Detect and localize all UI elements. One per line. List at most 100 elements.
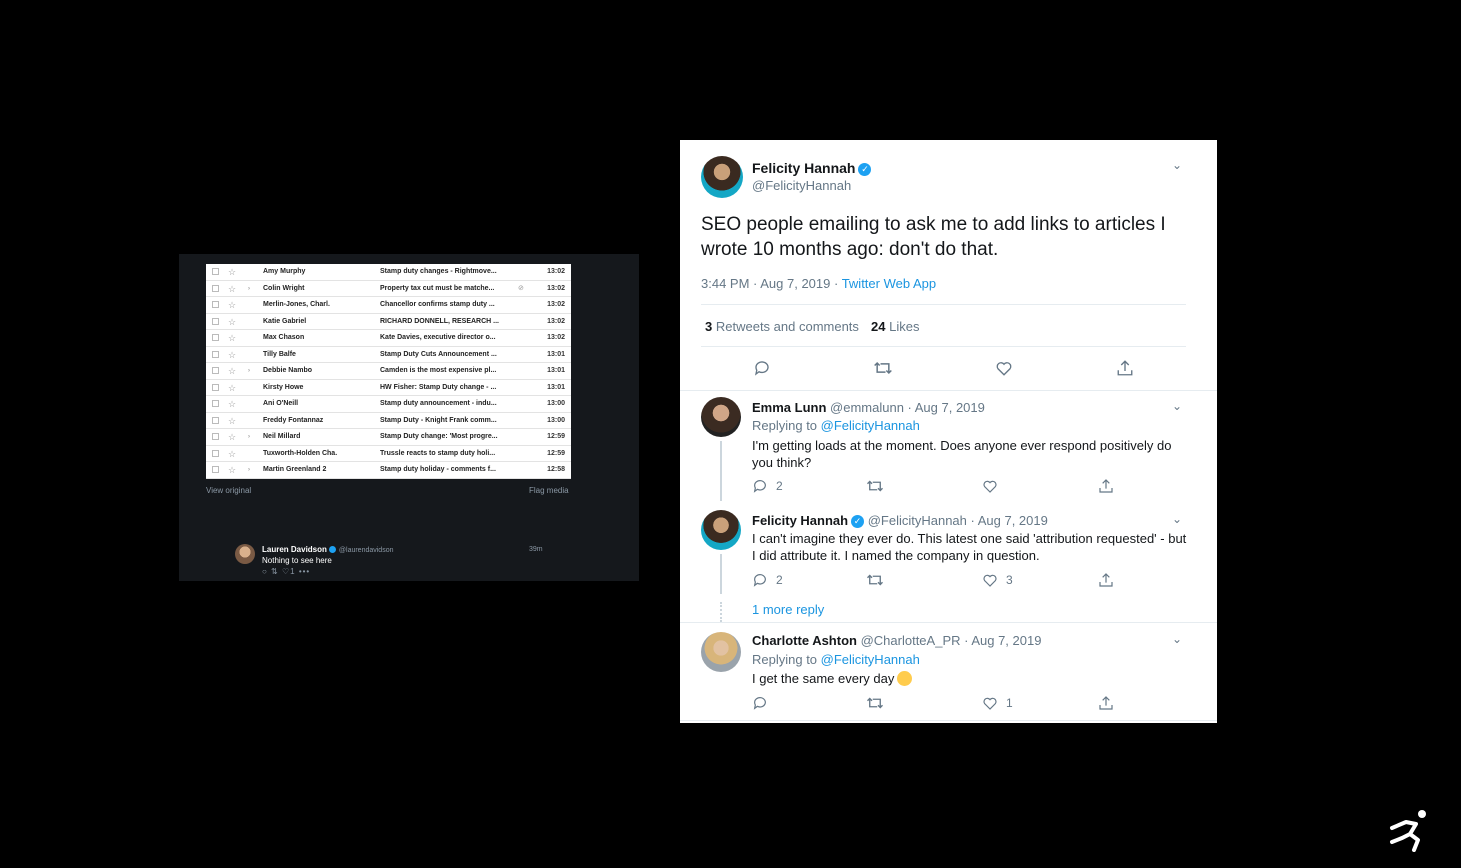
email-row[interactable]: ☆ Amy Murphy Stamp duty changes - Rightmov… xyxy=(206,264,571,281)
avatar[interactable] xyxy=(701,510,741,550)
star-icon[interactable]: ☆ xyxy=(228,264,236,280)
important-marker-icon[interactable]: › xyxy=(248,429,250,445)
share-button[interactable] xyxy=(1098,478,1114,494)
star-icon[interactable]: ☆ xyxy=(228,413,236,429)
share-button[interactable] xyxy=(1098,695,1114,711)
author-meta[interactable]: @CharlotteA_PR · Aug 7, 2019 xyxy=(861,633,1042,648)
email-checkbox[interactable] xyxy=(212,268,219,275)
email-sender: Amy Murphy xyxy=(263,268,306,275)
star-icon[interactable]: ☆ xyxy=(228,363,236,379)
star-icon[interactable]: ☆ xyxy=(228,314,236,330)
email-subject: Camden is the most expensive pl... xyxy=(380,367,497,374)
author-name[interactable]: Lauren Davidson xyxy=(262,545,327,554)
star-icon[interactable]: ☆ xyxy=(228,347,236,363)
more-replies-link[interactable]: 1 more reply xyxy=(752,602,824,617)
chevron-down-icon[interactable]: ⌄ xyxy=(1172,632,1182,646)
email-row[interactable]: ☆ › Martin Greenland 2 Stamp duty holiday -… xyxy=(206,462,571,479)
email-row[interactable]: ☆ Max Chason Kate Davies, executive direct… xyxy=(206,330,571,347)
star-icon[interactable]: ☆ xyxy=(228,380,236,396)
email-row[interactable]: ☆ › Neil Millard Stamp Duty change: 'Most p… xyxy=(206,429,571,446)
email-row[interactable]: ☆ Tilly Balfe Stamp Duty Cuts Announcement… xyxy=(206,347,571,363)
author-name[interactable]: Felicity Hannah xyxy=(752,513,848,528)
mention-link[interactable]: @FelicityHannah xyxy=(821,652,920,667)
email-row[interactable]: ☆ Ani O'Neill Stamp duty announcement - in… xyxy=(206,396,571,413)
chevron-down-icon[interactable]: ⌄ xyxy=(1172,399,1182,413)
email-checkbox[interactable] xyxy=(212,367,219,374)
reply-button[interactable] xyxy=(753,359,771,377)
like-icon xyxy=(996,362,1012,376)
view-original-link[interactable]: View original xyxy=(206,486,251,495)
email-checkbox[interactable] xyxy=(212,317,219,325)
email-row[interactable]: ☆ Katie Gabriel RICHARD DONNELL, RESEARCH … xyxy=(206,314,571,330)
email-checkbox[interactable] xyxy=(212,334,219,341)
reply-text: I get the same every day xyxy=(752,671,895,686)
retweet-button[interactable] xyxy=(866,695,884,711)
like-button[interactable]: 3 xyxy=(982,572,1013,588)
important-marker-icon[interactable]: › xyxy=(248,281,250,297)
like-icon xyxy=(983,697,997,710)
mini-tweet[interactable]: Lauren Davidson @laurendavidson 39m Nothi… xyxy=(235,544,575,576)
author-name[interactable]: Felicity Hannah xyxy=(752,160,855,176)
retweet-button[interactable] xyxy=(866,478,884,494)
share-button[interactable] xyxy=(1098,572,1114,588)
email-checkbox[interactable] xyxy=(212,449,219,457)
avatar[interactable] xyxy=(235,544,255,564)
email-sender: Kirsty Howe xyxy=(263,383,304,391)
main-tweet-author[interactable]: Felicity Hannah ✓ xyxy=(752,160,872,176)
verified-icon: ✓ xyxy=(851,515,865,528)
email-row[interactable]: ☆ Kirsty Howe HW Fisher: Stamp Duty change… xyxy=(206,380,571,396)
reply-button[interactable] xyxy=(752,695,768,711)
email-checkbox[interactable] xyxy=(212,400,219,407)
chevron-down-icon[interactable]: ⌄ xyxy=(1172,512,1182,526)
email-checkbox[interactable] xyxy=(212,433,219,440)
reply-button[interactable]: 2 xyxy=(752,478,783,494)
author-handle[interactable]: @FelicityHannah xyxy=(752,178,851,193)
email-checkbox[interactable] xyxy=(212,383,219,391)
retweets-stat[interactable]: 3 Retweets and comments xyxy=(705,319,859,334)
email-checkbox[interactable] xyxy=(212,301,219,308)
star-icon[interactable]: ☆ xyxy=(228,396,236,412)
like-button[interactable] xyxy=(982,478,998,494)
like-button[interactable] xyxy=(995,359,1013,377)
important-marker-icon[interactable]: › xyxy=(248,363,250,379)
flag-media-link[interactable]: Flag media xyxy=(529,486,569,495)
likes-stat[interactable]: 24 Likes xyxy=(871,319,919,334)
share-button[interactable] xyxy=(1116,359,1134,377)
email-row[interactable]: ☆ Merlin-Jones, Charl. Chancellor confirms… xyxy=(206,297,571,314)
email-row[interactable]: ☆ › Debbie Nambo Camden is the most expensi… xyxy=(206,363,571,380)
author-name[interactable]: Emma Lunn xyxy=(752,400,826,415)
star-icon[interactable]: ☆ xyxy=(228,330,236,346)
email-checkbox[interactable] xyxy=(212,350,219,358)
chevron-down-icon[interactable]: ⌄ xyxy=(1172,158,1182,172)
retweet-button[interactable] xyxy=(866,572,884,588)
star-icon[interactable]: ☆ xyxy=(228,281,236,297)
star-icon[interactable]: ☆ xyxy=(228,429,236,445)
retweet-button[interactable] xyxy=(873,359,893,377)
email-checkbox[interactable] xyxy=(212,284,219,292)
star-icon[interactable]: ☆ xyxy=(228,297,236,313)
avatar[interactable] xyxy=(701,156,743,198)
author-meta[interactable]: @emmalunn · Aug 7, 2019 xyxy=(830,400,985,415)
author-meta[interactable]: @FelicityHannah · Aug 7, 2019 xyxy=(868,513,1048,528)
retweet-count: 3 xyxy=(705,319,713,334)
email-checkbox[interactable] xyxy=(212,466,219,473)
important-marker-icon[interactable]: › xyxy=(248,462,250,478)
mention-link[interactable]: @FelicityHannah xyxy=(821,418,920,433)
author-handle[interactable]: @laurendavidson xyxy=(339,547,394,554)
author-name[interactable]: Charlotte Ashton xyxy=(752,633,857,648)
email-row[interactable]: ☆ Tuxworth-Holden Cha. Trussle reacts to s… xyxy=(206,446,571,462)
reply-button[interactable]: 2 xyxy=(752,572,783,588)
email-row[interactable]: ☆ Freddy Fontannaz Stamp Duty - Knight Fra… xyxy=(206,413,571,429)
source-link[interactable]: Twitter Web App xyxy=(842,276,936,291)
avatar[interactable] xyxy=(701,397,741,437)
timestamp-text[interactable]: 3:44 PM · Aug 7, 2019 · xyxy=(701,276,842,291)
avatar[interactable] xyxy=(701,632,741,672)
email-checkbox[interactable] xyxy=(212,416,219,424)
star-icon[interactable]: ☆ xyxy=(228,462,236,478)
like-button[interactable]: 1 xyxy=(982,695,1013,711)
mini-tweet-actions[interactable]: ○ ⇅ ♡1 ••• xyxy=(262,567,310,576)
email-row[interactable]: ☆ › Colin Wright Property tax cut must be m… xyxy=(206,281,571,297)
email-sender: Tuxworth-Holden Cha. xyxy=(263,449,338,457)
star-icon[interactable]: ☆ xyxy=(228,446,236,462)
replying-to: Replying to @FelicityHannah xyxy=(752,418,920,433)
